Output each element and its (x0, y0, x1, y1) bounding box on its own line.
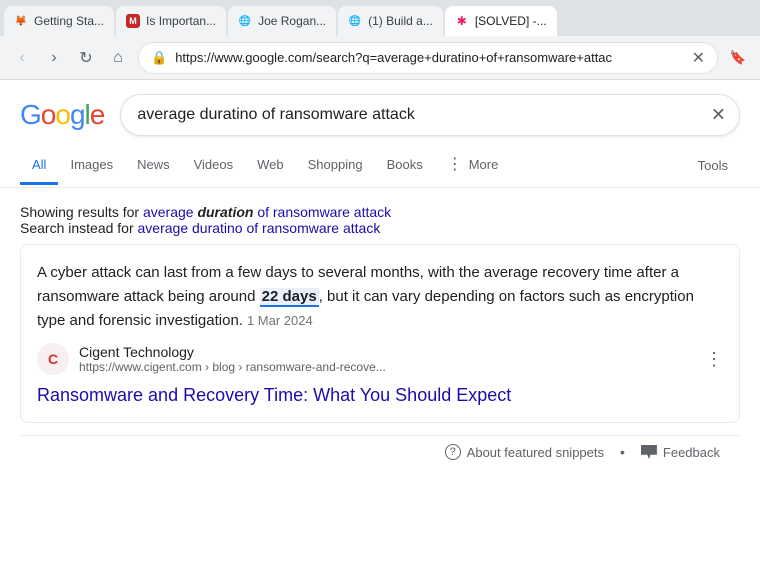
forward-button[interactable]: › (40, 44, 68, 72)
source-row: C Cigent Technology https://www.cigent.c… (37, 343, 723, 375)
tab-1-favicon: 🦊 (14, 14, 28, 28)
address-text: https://www.google.com/search?q=average+… (175, 50, 683, 65)
tools-label: Tools (698, 158, 728, 173)
instead-link[interactable]: average duratino of ransomware attack (138, 220, 381, 236)
logo-g: G (20, 99, 41, 131)
reload-button[interactable]: ↻ (72, 44, 100, 72)
about-snippets-label: About featured snippets (467, 445, 604, 460)
instead-prefix: Search instead for (20, 220, 138, 236)
tab-5-title: [SOLVED] -... (475, 14, 547, 28)
tab-1[interactable]: 🦊 Getting Sta... (4, 6, 114, 36)
footer-dot-separator: • (620, 444, 625, 460)
corrected-post: of ransomware attack (253, 204, 391, 220)
tab-2-favicon: M (126, 14, 140, 28)
search-tabs: All Images News Videos Web Shopping Book… (0, 136, 760, 188)
source-name: Cigent Technology (79, 344, 695, 360)
tab-news[interactable]: News (125, 147, 182, 185)
logo-o1: o (41, 99, 56, 131)
spell-check: Showing results for average duration of … (20, 204, 740, 236)
source-more-icon[interactable]: ⋮ (705, 349, 723, 370)
tab-5-favicon: ✱ (455, 14, 469, 28)
tab-5[interactable]: ✱ [SOLVED] -... (445, 6, 557, 36)
tab-all[interactable]: All (20, 147, 58, 185)
tab-more[interactable]: ⋮ More (435, 144, 511, 187)
source-url: https://www.cigent.com › blog › ransomwa… (79, 360, 695, 374)
tabs-bar: 🦊 Getting Sta... M Is Importan... 🌐 Joe … (0, 0, 760, 36)
tab-4[interactable]: 🌐 (1) Build a... (338, 6, 443, 36)
tab-1-title: Getting Sta... (34, 14, 104, 28)
nav-buttons: ‹ › ↻ ⌂ (8, 44, 132, 72)
tab-videos[interactable]: Videos (182, 147, 246, 185)
feedback-label: Feedback (663, 445, 720, 460)
address-bar[interactable]: 🔒 https://www.google.com/search?q=averag… (138, 42, 718, 74)
tab-more-label: More (469, 157, 499, 172)
back-button[interactable]: ‹ (8, 44, 36, 72)
result-link[interactable]: Ransomware and Recovery Time: What You S… (37, 385, 723, 406)
corrected-bold: duration (197, 204, 253, 220)
google-logo: G o o g l e (20, 99, 104, 131)
source-info: Cigent Technology https://www.cigent.com… (79, 344, 695, 374)
tab-images[interactable]: Images (58, 147, 125, 185)
feedback-icon (641, 445, 657, 459)
feedback-button[interactable]: Feedback (641, 445, 720, 460)
browser-toolbar: ‹ › ↻ ⌂ 🔒 https://www.google.com/search?… (0, 36, 760, 80)
tab-3[interactable]: 🌐 Joe Rogan... (228, 6, 336, 36)
search-input[interactable] (120, 94, 740, 136)
more-dots-icon: ⋮ (447, 154, 463, 174)
logo-o2: o (55, 99, 70, 131)
tab-2[interactable]: M Is Importan... (116, 6, 226, 36)
snippet-date: 1 Mar 2024 (247, 313, 313, 328)
showing-results-line: Showing results for average duration of … (20, 204, 740, 220)
tab-web-label: Web (257, 157, 284, 172)
tab-4-favicon: 🌐 (348, 14, 362, 28)
featured-snippet: A cyber attack can last from a few days … (20, 244, 740, 423)
source-favicon: C (37, 343, 69, 375)
tab-books-label: Books (387, 157, 423, 172)
snippet-footer: ? About featured snippets • Feedback (20, 435, 740, 468)
question-icon: ? (445, 444, 461, 460)
tab-videos-label: Videos (194, 157, 234, 172)
tab-all-label: All (32, 157, 46, 172)
snippet-text: A cyber attack can last from a few days … (37, 261, 723, 333)
logo-e: e (90, 99, 105, 131)
tab-2-title: Is Importan... (146, 14, 216, 28)
forward-icon: › (51, 49, 56, 67)
search-bar-wrapper: ✕ (120, 94, 740, 136)
snippet-highlight: 22 days (260, 288, 319, 307)
search-clear-icon[interactable]: ✕ (711, 105, 726, 126)
about-snippets-button[interactable]: ? About featured snippets (445, 444, 604, 460)
bookmark-button[interactable]: 🔖 (724, 44, 752, 72)
showing-prefix: Showing results for (20, 204, 143, 220)
tab-images-label: Images (70, 157, 113, 172)
reload-icon: ↻ (79, 48, 92, 68)
lock-icon: 🔒 (151, 50, 167, 66)
logo-g2: g (70, 99, 85, 131)
tab-shopping-label: Shopping (308, 157, 363, 172)
tab-shopping[interactable]: Shopping (296, 147, 375, 185)
corrected-link[interactable]: average duration of ransomware attack (143, 204, 391, 220)
back-icon: ‹ (19, 49, 24, 67)
tab-web[interactable]: Web (245, 147, 296, 185)
corrected-pre: average (143, 204, 197, 220)
search-instead-line: Search instead for average duratino of r… (20, 220, 740, 236)
tab-3-favicon: 🌐 (238, 14, 252, 28)
results-area: Showing results for average duration of … (0, 188, 760, 488)
tab-4-title: (1) Build a... (368, 14, 433, 28)
home-icon: ⌂ (113, 49, 123, 67)
tab-books[interactable]: Books (375, 147, 435, 185)
google-header: G o o g l e ✕ (0, 80, 760, 136)
source-letter: C (48, 351, 58, 367)
google-page: G o o g l e ✕ All Images News Videos Web (0, 80, 760, 580)
bookmark-icon: 🔖 (730, 50, 747, 66)
clear-icon[interactable]: ✕ (692, 48, 705, 68)
home-button[interactable]: ⌂ (104, 44, 132, 72)
tab-news-label: News (137, 157, 170, 172)
tools-button[interactable]: Tools (686, 148, 740, 183)
tab-3-title: Joe Rogan... (258, 14, 326, 28)
